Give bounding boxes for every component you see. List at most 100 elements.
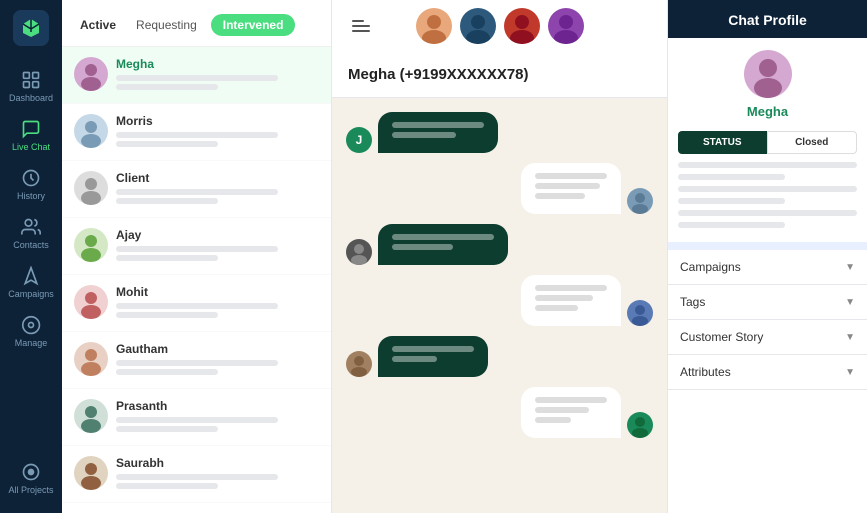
chat-name: Mohit: [116, 285, 319, 299]
tab-requesting[interactable]: Requesting: [130, 14, 203, 36]
message-avatar: [346, 351, 372, 377]
avatar: [74, 114, 108, 148]
message-bubble: [521, 163, 621, 214]
sidebar: Dashboard Live Chat History Contacts Cam…: [0, 0, 62, 513]
hamburger-icon[interactable]: [352, 20, 370, 32]
sidebar-item-livechat[interactable]: Live Chat: [0, 111, 62, 160]
agent-avatar[interactable]: [548, 8, 584, 44]
accordion-customer-story[interactable]: Customer Story ▼: [668, 320, 867, 355]
chat-preview: [116, 189, 278, 195]
chat-title: Megha (+9199XXXXXX78): [348, 66, 529, 83]
avatar: [74, 228, 108, 262]
status-label-btn[interactable]: STATUS: [678, 131, 767, 154]
list-item[interactable]: Mohit: [62, 275, 331, 332]
chevron-down-icon: ▼: [845, 297, 855, 308]
sidebar-item-history[interactable]: History: [0, 160, 62, 209]
message-avatar: J: [346, 127, 372, 153]
chat-name: Megha: [116, 57, 319, 71]
status-bar: STATUS Closed: [678, 131, 857, 154]
list-item[interactable]: Ajay: [62, 218, 331, 275]
info-line: [678, 162, 857, 168]
chat-preview-short: [116, 483, 218, 489]
message-bubble: [378, 336, 488, 377]
tab-intervened[interactable]: Intervened: [211, 14, 296, 36]
message-bubble: [378, 112, 498, 153]
chat-preview-short: [116, 255, 218, 261]
chat-name: Morris: [116, 114, 319, 128]
chat-preview-short: [116, 369, 218, 375]
info-line: [678, 222, 785, 228]
profile-header: Chat Profile: [668, 0, 867, 38]
agent-avatar[interactable]: [460, 8, 496, 44]
chat-name: Client: [116, 171, 319, 185]
avatar: [74, 342, 108, 376]
chat-preview: [116, 303, 278, 309]
sidebar-logo: [13, 10, 49, 46]
chat-main: Megha (+9199XXXXXX78) J: [332, 0, 667, 513]
status-value-btn[interactable]: Closed: [767, 131, 858, 154]
avatar: [74, 399, 108, 433]
info-line: [678, 210, 857, 216]
accordion-header[interactable]: Attributes ▼: [668, 355, 867, 389]
chevron-down-icon: ▼: [845, 332, 855, 343]
list-item[interactable]: Morris: [62, 104, 331, 161]
accordion-campaigns[interactable]: Campaigns ▼: [668, 250, 867, 285]
list-item[interactable]: Client: [62, 161, 331, 218]
profile-avatar-section: Megha: [668, 38, 867, 127]
chat-preview-short: [116, 84, 218, 90]
message-avatar: [627, 188, 653, 214]
chat-preview: [116, 474, 278, 480]
sidebar-item-manage[interactable]: Manage: [0, 307, 62, 356]
accordion-header[interactable]: Campaigns ▼: [668, 250, 867, 284]
avatar: [74, 57, 108, 91]
chat-list-panel: Active Requesting Intervened Megha Morri…: [62, 0, 332, 513]
accordion-header[interactable]: Customer Story ▼: [668, 320, 867, 354]
chat-messages: J: [332, 98, 667, 513]
chat-name: Saurabh: [116, 456, 319, 470]
accordion-tags[interactable]: Tags ▼: [668, 285, 867, 320]
agent-avatar[interactable]: [504, 8, 540, 44]
profile-info: [668, 162, 867, 242]
chevron-down-icon: ▼: [845, 367, 855, 378]
accordion-attributes[interactable]: Attributes ▼: [668, 355, 867, 390]
profile-avatar: [744, 50, 792, 98]
profile-panel: Chat Profile Megha STATUS Closed Campaig…: [667, 0, 867, 513]
message-row: [346, 275, 653, 326]
info-line: [678, 186, 857, 192]
chat-name: Ajay: [116, 228, 319, 242]
chat-preview: [116, 75, 278, 81]
message-row: [346, 336, 653, 377]
chat-header: Megha (+9199XXXXXX78): [332, 52, 667, 98]
list-item[interactable]: Megha: [62, 47, 331, 104]
message-bubble: [378, 224, 508, 265]
message-row: [346, 224, 653, 265]
agent-avatar[interactable]: [416, 8, 452, 44]
chat-preview-short: [116, 426, 218, 432]
accordion-header[interactable]: Tags ▼: [668, 285, 867, 319]
chat-list: Megha Morris Client: [62, 47, 331, 513]
tabs-bar: Active Requesting Intervened: [62, 0, 331, 47]
sidebar-item-contacts[interactable]: Contacts: [0, 209, 62, 258]
chat-preview: [116, 246, 278, 252]
info-line: [678, 198, 785, 204]
list-item[interactable]: Saurabh: [62, 446, 331, 503]
avatar: [74, 171, 108, 205]
sidebar-item-campaigns[interactable]: Campaigns: [0, 258, 62, 307]
avatar: [74, 285, 108, 319]
list-item[interactable]: Prasanth: [62, 389, 331, 446]
chat-preview-short: [116, 198, 218, 204]
chat-preview: [116, 132, 278, 138]
message-avatar: [627, 412, 653, 438]
tab-active[interactable]: Active: [74, 14, 122, 36]
message-row: [346, 163, 653, 214]
message-avatar: [627, 300, 653, 326]
message-bubble: [521, 275, 621, 326]
sidebar-item-dashboard[interactable]: Dashboard: [0, 62, 62, 111]
list-item[interactable]: Gautham: [62, 332, 331, 389]
chat-preview: [116, 360, 278, 366]
profile-name: Megha: [747, 104, 788, 119]
message-row: [346, 387, 653, 438]
message-bubble: [521, 387, 621, 438]
sidebar-item-allprojects[interactable]: All Projects: [0, 454, 62, 503]
chat-preview: [116, 417, 278, 423]
